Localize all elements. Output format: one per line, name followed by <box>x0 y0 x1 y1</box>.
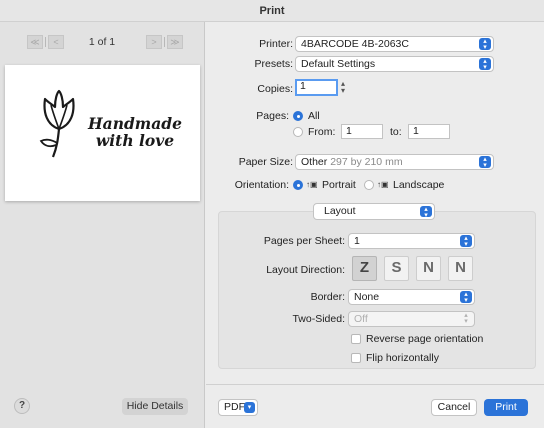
up-down-chevron-icon: ▴ ▾ <box>479 156 491 169</box>
direction-n-button[interactable]: N <box>416 256 441 281</box>
chevron-down-icon: ▾ <box>244 402 255 413</box>
pdf-menu-button[interactable]: PDF ▾ <box>218 399 258 416</box>
landscape-label: Landscape <box>393 179 445 191</box>
border-label: Border: <box>310 291 345 303</box>
card-text: Handmade with love <box>85 115 185 149</box>
pages-to-label: to: <box>390 126 402 138</box>
paper-size-value: Other <box>301 156 331 168</box>
up-down-chevron-icon: ▴ ▾ <box>479 38 491 51</box>
landscape-icon: ↑▣ <box>377 180 389 189</box>
up-down-chevron-icon: ▴ ▾ <box>460 235 472 248</box>
pdf-label: PDF <box>224 401 245 413</box>
up-down-chevron-icon: ▴ ▾ <box>464 312 468 325</box>
page-indicator: 1 of 1 <box>88 36 116 48</box>
paper-size-popup[interactable]: Other 297 by 210 mm ▴ ▾ <box>295 154 494 170</box>
direction-n-reverse-button[interactable]: N <box>448 256 473 281</box>
portrait-radio[interactable] <box>293 180 303 190</box>
flip-horizontally-label: Flip horizontally <box>366 352 439 364</box>
up-down-chevron-icon: ▴ ▾ <box>420 206 432 219</box>
border-value: None <box>354 291 380 303</box>
card-line-2: with love <box>95 131 175 150</box>
reverse-orientation-checkbox[interactable] <box>351 334 361 344</box>
previous-page-button[interactable]: < <box>48 35 64 49</box>
pages-from-field[interactable]: 1 <box>341 124 383 139</box>
pages-range-radio[interactable] <box>293 127 303 137</box>
pages-label: Pages: <box>256 110 289 122</box>
card-line-1: Handmade <box>88 114 182 133</box>
copies-label: Copies: <box>257 83 293 95</box>
paper-size-detail: 297 by 210 mm <box>330 156 403 168</box>
presets-popup[interactable]: Default Settings ▴ ▾ <box>295 56 494 72</box>
up-down-chevron-icon: ▴ ▾ <box>479 58 491 71</box>
section-popup[interactable]: Layout ▴ ▾ <box>313 203 435 220</box>
last-page-button[interactable]: ≫ <box>167 35 183 49</box>
direction-z-button[interactable]: Z <box>352 256 377 281</box>
portrait-icon: ↑▣ <box>306 180 318 189</box>
pages-to-field[interactable]: 1 <box>408 124 450 139</box>
border-popup[interactable]: None ▴ ▾ <box>348 289 475 305</box>
direction-s-button[interactable]: S <box>384 256 409 281</box>
section-popup-value: Layout <box>324 205 356 217</box>
two-sided-popup: Off ▴ ▾ <box>348 311 475 327</box>
print-settings-pane: Printer: 4BARCODE 4B-2063C ▴ ▾ Presets: D… <box>206 22 544 428</box>
reverse-orientation-label: Reverse page orientation <box>366 333 484 345</box>
tulip-icon <box>39 89 75 158</box>
pages-per-sheet-value: 1 <box>354 235 360 247</box>
nav-divider <box>45 37 46 47</box>
landscape-radio[interactable] <box>364 180 374 190</box>
print-button[interactable]: Print <box>484 399 528 416</box>
paper-size-label: Paper Size: <box>238 156 293 168</box>
copies-stepper[interactable]: ▴ ▾ <box>341 80 345 95</box>
two-sided-value: Off <box>354 313 368 325</box>
pages-per-sheet-popup[interactable]: 1 ▴ ▾ <box>348 233 475 249</box>
cancel-button[interactable]: Cancel <box>431 399 477 416</box>
printer-value: 4BARCODE 4B-2063C <box>301 38 409 50</box>
page-preview: Handmade with love <box>5 65 200 201</box>
pages-from-label: From: <box>308 126 336 138</box>
presets-label: Presets: <box>254 58 293 70</box>
printer-label: Printer: <box>259 38 293 50</box>
flip-horizontally-checkbox[interactable] <box>351 353 361 363</box>
window-title: Print <box>0 0 544 22</box>
first-page-button[interactable]: ≪ <box>27 35 43 49</box>
pages-all-radio[interactable] <box>293 111 303 121</box>
orientation-label: Orientation: <box>234 179 289 191</box>
presets-value: Default Settings <box>301 58 376 70</box>
two-sided-label: Two-Sided: <box>292 313 345 325</box>
layout-direction-label: Layout Direction: <box>266 264 345 276</box>
preview-back-nav: ≪ < <box>27 34 64 50</box>
up-down-chevron-icon: ▴ ▾ <box>460 291 472 304</box>
help-button[interactable]: ? <box>14 398 30 414</box>
preview-forward-nav: > ≫ <box>146 34 183 50</box>
preview-pane: ≪ < 1 of 1 > ≫ Handmade with love ? Hide… <box>0 22 205 428</box>
pages-per-sheet-label: Pages per Sheet: <box>263 235 345 247</box>
next-page-button[interactable]: > <box>146 35 162 49</box>
nav-divider <box>164 37 165 47</box>
portrait-label: Portrait <box>322 179 356 191</box>
copies-field[interactable]: 1 <box>295 79 338 96</box>
printer-popup[interactable]: 4BARCODE 4B-2063C ▴ ▾ <box>295 36 494 52</box>
footer-divider <box>206 384 544 385</box>
pages-all-label: All <box>308 110 320 122</box>
hide-details-button[interactable]: Hide Details <box>122 398 188 415</box>
